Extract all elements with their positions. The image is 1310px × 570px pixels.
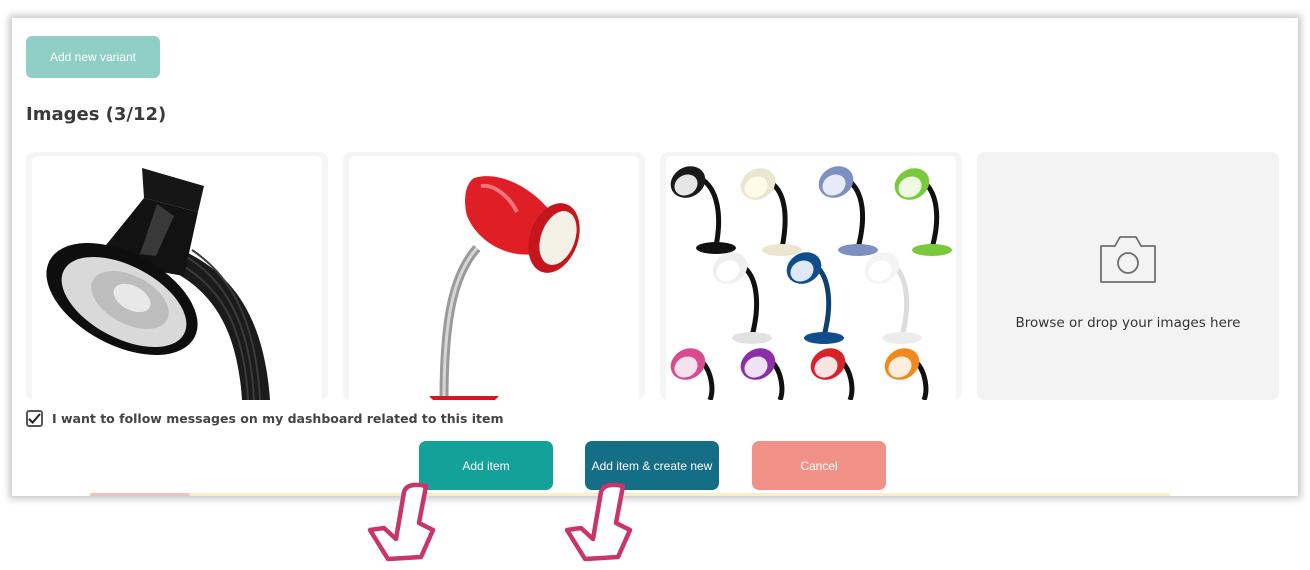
pointer-hand-icon <box>366 478 438 570</box>
add-new-variant-button[interactable]: Add new variant <box>26 36 160 78</box>
follow-messages-label: I want to follow messages on my dashboar… <box>52 411 504 426</box>
camera-icon <box>1097 232 1159 286</box>
pointer-hand-icon <box>563 478 635 570</box>
image-tile-2[interactable] <box>343 152 645 400</box>
upload-instructions: Browse or drop your images here <box>1015 315 1241 331</box>
follow-messages-row: I want to follow messages on my dashboar… <box>26 410 504 427</box>
add-item-button[interactable]: Add item <box>419 441 553 490</box>
cancel-button[interactable]: Cancel <box>752 441 886 490</box>
checkmark-icon <box>28 413 41 424</box>
follow-messages-checkbox[interactable] <box>26 410 43 427</box>
red-lamp-image <box>349 156 639 400</box>
image-upload-dropzone[interactable]: Browse or drop your images here <box>977 152 1279 400</box>
image-tile-1[interactable] <box>26 152 328 400</box>
partial-element-red <box>90 493 190 496</box>
item-form-panel: Add new variant Images (3/12) Browse or … <box>12 18 1298 496</box>
images-section-title: Images (3/12) <box>26 104 167 125</box>
black-lamp-image <box>32 156 322 400</box>
partial-element-yellow <box>190 493 1170 496</box>
image-tile-3[interactable] <box>660 152 962 400</box>
multicolor-lamps-image <box>666 156 956 400</box>
